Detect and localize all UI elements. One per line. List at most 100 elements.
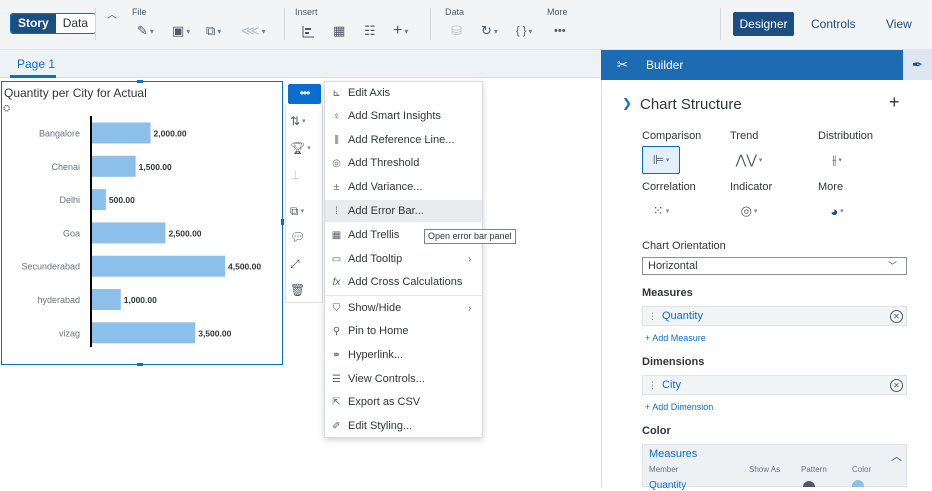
remove-dimension-icon[interactable]: ✕: [890, 379, 903, 392]
menu-item-show-hide[interactable]: ⛉ Show/Hide ›: [325, 297, 482, 319]
menu-item-smart-insights[interactable]: ♀ Add Smart Insights: [325, 105, 482, 127]
add-dimension-link[interactable]: + Add Dimension: [645, 402, 713, 412]
chevron-down-icon: ﹀: [888, 261, 898, 271]
sort-icon[interactable]: ⇅ ▾: [290, 112, 320, 130]
area-chart-icon: ⋀⋁: [735, 152, 757, 167]
save-icon[interactable]: ▣ ▾: [172, 23, 190, 39]
more-label: More: [818, 181, 844, 193]
orientation-label: Chart Orientation: [642, 240, 726, 252]
menu-item-error-bar[interactable]: ⁞ Add Error Bar...: [325, 200, 482, 222]
menu-item-variance[interactable]: ± Add Variance...: [325, 176, 482, 198]
bar[interactable]: [91, 255, 225, 277]
formula-icon[interactable]: { } ▾: [516, 23, 532, 39]
menu-item-reference-line[interactable]: ⫼ Add Reference Line...: [325, 129, 482, 151]
collapse-toolbar-icon[interactable]: ︿: [107, 6, 117, 21]
menu-item-label: View Controls...: [348, 373, 425, 385]
menu-item-edit-axis[interactable]: ⊾ Edit Axis: [325, 82, 482, 104]
color-label: Color: [642, 425, 671, 437]
menu-item-label: Add Tooltip: [348, 253, 403, 265]
bar[interactable]: [91, 189, 106, 211]
styling-panel-icon[interactable]: ✒: [903, 50, 932, 80]
menu-item-label: Add Reference Line...: [348, 134, 455, 146]
bar-chart-icon: ⊫: [652, 152, 664, 167]
story-tab[interactable]: Story: [11, 14, 56, 33]
data-label: 3,500.00: [198, 328, 231, 338]
add-measure-link[interactable]: + Add Measure: [645, 333, 706, 343]
copy-icon[interactable]: ⧉ ▾: [206, 23, 221, 39]
insert-chart-icon[interactable]: [302, 23, 315, 39]
bar[interactable]: [91, 289, 121, 310]
drag-grip-icon[interactable]: ⋮: [648, 376, 657, 394]
bar[interactable]: [91, 322, 196, 344]
designer-button[interactable]: Designer: [733, 12, 794, 36]
color-swatch[interactable]: [852, 480, 864, 487]
add-chart-structure-icon[interactable]: +: [889, 92, 900, 113]
delete-icon[interactable]: 🗑︎: [290, 281, 320, 299]
data-source-icon: ⛁: [451, 23, 462, 38]
menu-item-export-csv[interactable]: ⇱ Export as CSV: [325, 391, 482, 413]
toolbar-divider: [284, 8, 285, 40]
insert-input-control-icon[interactable]: ☷: [364, 23, 376, 39]
more-actions-button[interactable]: •••: [288, 84, 321, 104]
resize-handle[interactable]: [137, 363, 143, 366]
bar[interactable]: [91, 155, 136, 177]
toolbar-divider: [95, 8, 96, 40]
resize-handle[interactable]: [137, 80, 143, 83]
chevron-up-icon[interactable]: ︿: [891, 448, 902, 464]
menu-item-edit-styling[interactable]: ✐ Edit Styling...: [325, 415, 482, 437]
measures-label: Measures: [642, 287, 693, 299]
data-label: 1,500.00: [139, 162, 172, 172]
menu-item-tooltip[interactable]: ▭ Add Tooltip ›: [325, 248, 482, 270]
more-options-icon[interactable]: •••: [554, 23, 566, 39]
color-measures-header[interactable]: Measures: [649, 448, 697, 460]
orientation-select[interactable]: Horizontal: [642, 257, 907, 275]
bar[interactable]: [91, 222, 166, 244]
tab-page-1[interactable]: Page 1: [17, 57, 55, 71]
drag-grip-icon[interactable]: ⋮: [648, 307, 657, 325]
view-button[interactable]: View: [886, 12, 912, 36]
data-group-label: Data: [445, 7, 465, 17]
menu-item-threshold[interactable]: ◎ Add Threshold: [325, 152, 482, 174]
comparison-chart-button[interactable]: ⊫ ▾: [642, 146, 680, 174]
ranking-icon[interactable]: 🏆︎ ▾: [290, 139, 320, 157]
comment-icon[interactable]: 💬︎: [290, 228, 320, 246]
pattern-swatch[interactable]: [803, 481, 815, 487]
menu-item-view-controls[interactable]: ☰ View Controls...: [325, 368, 482, 390]
indicator-label: Indicator: [730, 181, 773, 193]
trend-chart-button[interactable]: ⋀⋁ ▾: [730, 146, 768, 174]
data-label: 4,500.00: [228, 262, 261, 272]
correlation-chart-button[interactable]: ⁙ ▾: [642, 197, 680, 225]
menu-item-label: Add Threshold: [348, 157, 420, 169]
distribution-chart-button[interactable]: ⫲ ▾: [818, 146, 856, 174]
submenu-arrow-icon: ›: [468, 302, 472, 314]
menu-item-cross-calculations[interactable]: fx Add Cross Calculations: [325, 271, 482, 293]
fx-icon: fx: [332, 276, 341, 288]
remove-measure-icon[interactable]: ✕: [890, 310, 903, 323]
data-tab[interactable]: Data: [55, 14, 96, 33]
dimension-token-label: City: [662, 379, 681, 391]
hyperlink-icon: ⚭: [332, 349, 341, 361]
chart-structure-title: Chart Structure: [640, 96, 742, 113]
insert-table-icon[interactable]: ▦: [333, 23, 345, 39]
scatter-icon: ⁙: [652, 203, 664, 218]
fullscreen-icon[interactable]: ⤢: [290, 255, 320, 273]
more-chart-button[interactable]: ◕ ▾: [818, 197, 856, 225]
builder-tools-icon[interactable]: ✂: [617, 57, 628, 73]
menu-item-pin-to-home[interactable]: ⚲ Pin to Home: [325, 320, 482, 342]
tools-menu-icon[interactable]: ✎ ▾: [137, 23, 154, 39]
data-label: 2,000.00: [154, 129, 187, 139]
reference-line-icon: ⫼: [334, 134, 339, 146]
controls-button[interactable]: Controls: [811, 12, 856, 36]
collapse-chart-structure-icon[interactable]: ❯: [622, 96, 632, 110]
menu-item-hyperlink[interactable]: ⚭ Hyperlink...: [325, 344, 482, 366]
chart-title: Quantity per City for Actual: [4, 86, 147, 100]
refresh-icon[interactable]: ↻ ▾: [481, 23, 498, 39]
measure-token[interactable]: ⋮ Quantity ✕: [642, 306, 907, 326]
dimension-token[interactable]: ⋮ City ✕: [642, 375, 907, 395]
color-column: Color: [852, 465, 872, 474]
copy-widget-icon[interactable]: ⧉ ▾: [290, 202, 320, 220]
bar[interactable]: [91, 122, 151, 144]
indicator-chart-button[interactable]: ◎ ▾: [730, 197, 768, 225]
insert-add-icon[interactable]: + ▾: [393, 22, 408, 39]
menu-item-label: Hyperlink...: [348, 349, 404, 361]
